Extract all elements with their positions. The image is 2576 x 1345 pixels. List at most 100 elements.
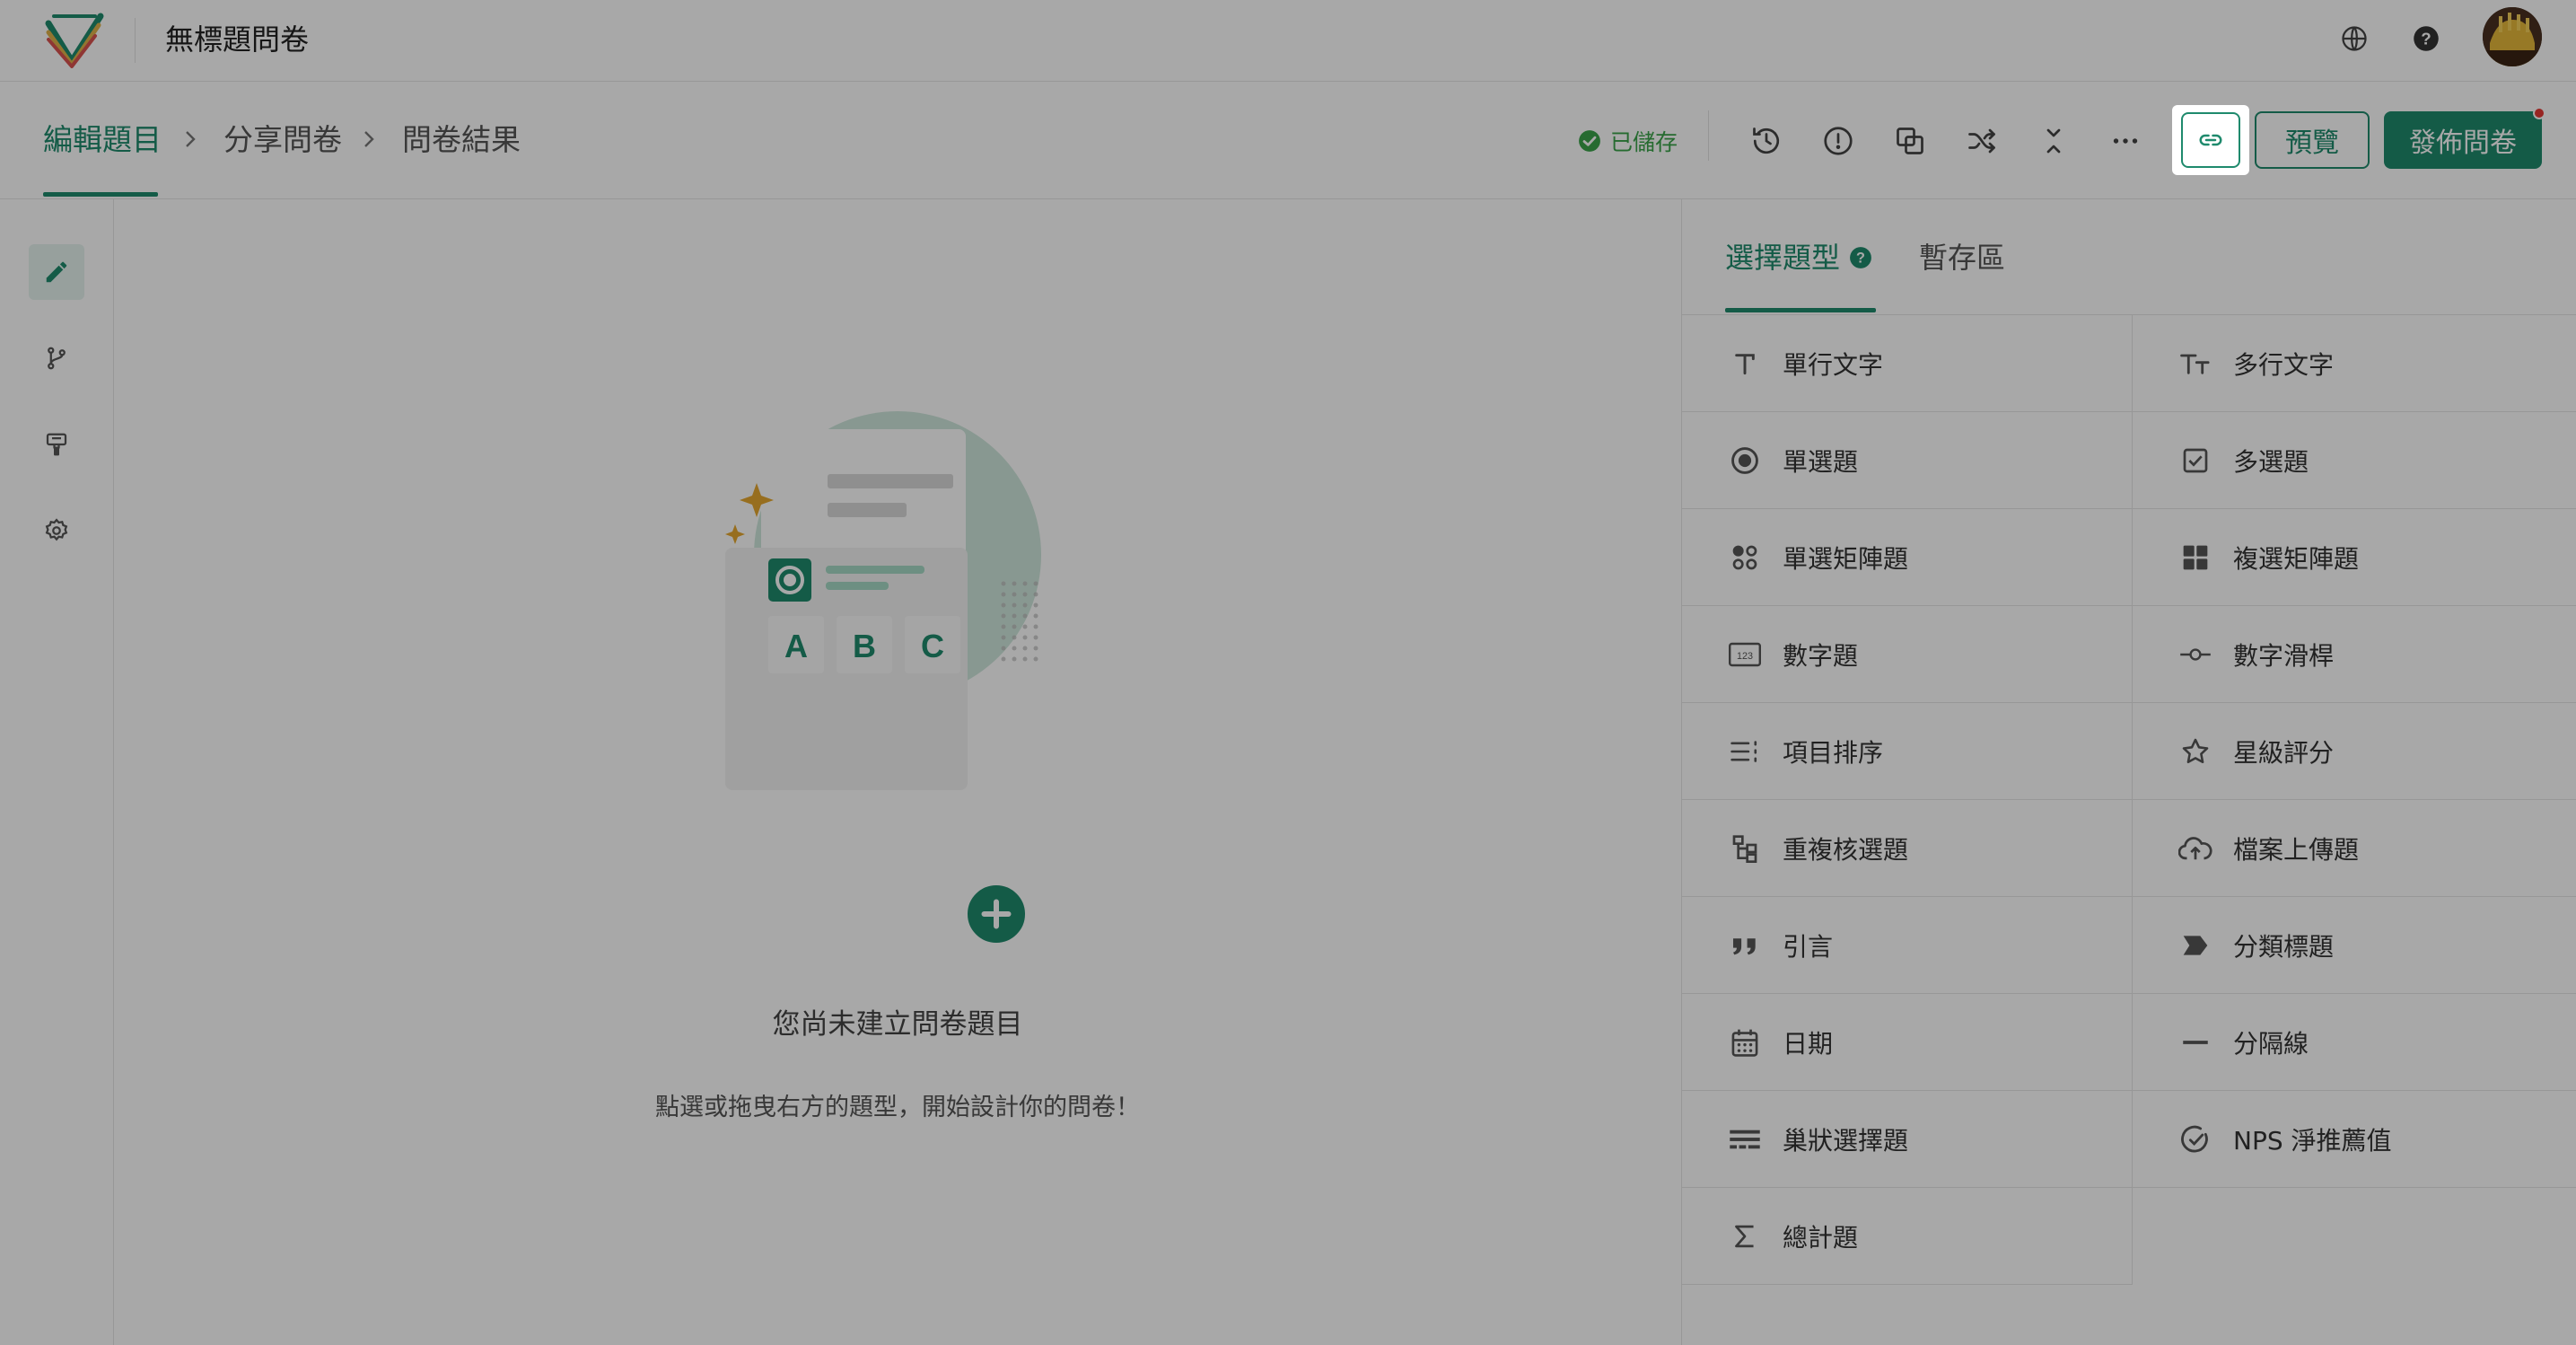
logic-branch-icon[interactable]	[29, 330, 84, 386]
tab-question-types-label: 選擇題型	[1725, 241, 1841, 275]
question-type-panel: 選擇題型 ? 暫存區 單行文字 多行文字單選題 多選題單選矩陣題 複選矩陣題 123 數字…	[1681, 199, 2576, 1345]
question-type-divider-line[interactable]: 分隔線	[2133, 994, 2576, 1091]
add-question-plus-icon[interactable]	[964, 882, 1029, 946]
question-type-label: 檔案上傳題	[2233, 834, 2360, 865]
help-icon[interactable]: ?	[2405, 18, 2447, 59]
hierarchy-icon	[1725, 829, 1765, 868]
question-type-number[interactable]: 123 數字題	[1682, 606, 2133, 703]
question-type-label: 分類標題	[2233, 931, 2335, 962]
active-panel-tab-indicator	[1725, 308, 1876, 312]
history-icon[interactable]	[1743, 118, 1790, 164]
radio-icon	[1725, 441, 1765, 480]
globe-icon[interactable]	[2334, 18, 2375, 59]
left-sidebar	[0, 199, 114, 1345]
question-type-text[interactable]: 單行文字	[1682, 315, 2133, 412]
slider-icon	[2176, 635, 2215, 674]
question-type-sigma[interactable]: 總計題	[1682, 1188, 2133, 1285]
checkbox-icon	[2176, 441, 2215, 480]
illustration-letter: C	[921, 628, 944, 664]
edit-pencil-icon[interactable]	[29, 244, 84, 300]
save-status: 已儲存	[1578, 125, 1678, 157]
question-type-label: 分隔線	[2233, 1028, 2309, 1059]
checkbox-matrix-icon	[2176, 538, 2215, 577]
nested-select-icon	[1725, 1120, 1765, 1159]
survey-title[interactable]: 無標題問卷	[165, 18, 309, 61]
divider-line-icon	[2176, 1023, 2215, 1062]
tab-staging-area[interactable]: 暫存區	[1919, 235, 2005, 280]
question-type-label: 日期	[1783, 1028, 1834, 1059]
question-type-label: 星級評分	[2233, 737, 2335, 768]
question-type-label: 單選題	[1783, 446, 1859, 477]
question-type-label: 項目排序	[1783, 737, 1884, 768]
question-type-nested-select[interactable]: 巢狀選擇題	[1682, 1091, 2133, 1188]
shuffle-icon[interactable]	[1958, 118, 2005, 164]
help-icon: ?	[1850, 247, 1871, 268]
question-type-star[interactable]: 星級評分	[2133, 703, 2576, 800]
radio-matrix-icon	[1725, 538, 1765, 577]
sigma-icon	[1725, 1217, 1765, 1256]
tab-share-survey[interactable]: 分享問卷	[223, 118, 342, 163]
question-type-slider[interactable]: 數字滑桿	[2133, 606, 2576, 703]
question-type-cloud-upload[interactable]: 檔案上傳題	[2133, 800, 2576, 897]
chevron-right-icon	[177, 123, 204, 155]
cloud-upload-icon	[2176, 829, 2215, 868]
settings-gear-icon[interactable]	[29, 503, 84, 558]
calendar-icon	[1725, 1023, 1765, 1062]
star-icon	[2176, 732, 2215, 771]
question-type-label: 數字滑桿	[2233, 640, 2335, 671]
question-type-ranking[interactable]: 項目排序	[1682, 703, 2133, 800]
question-type-multiline-text[interactable]: 多行文字	[2133, 315, 2576, 412]
question-type-radio[interactable]: 單選題	[1682, 412, 2133, 509]
illustration-letter: A	[784, 628, 808, 664]
preview-button[interactable]: 預覽	[2255, 111, 2370, 169]
svg-text:123: 123	[1737, 650, 1753, 661]
top-bar: 無標題問卷 ?	[0, 0, 2576, 82]
ranking-icon	[1725, 732, 1765, 771]
question-type-label: NPS 淨推薦值	[2233, 1125, 2392, 1156]
question-type-radio-matrix[interactable]: 單選矩陣題	[1682, 509, 2133, 606]
highlighted-copy-link-button[interactable]	[2172, 105, 2249, 175]
save-status-label: 已儲存	[1610, 129, 1678, 155]
empty-state-illustration: A B C	[618, 404, 1084, 961]
duplicate-icon[interactable]	[1887, 118, 1933, 164]
tab-question-types[interactable]: 選擇題型 ?	[1725, 235, 1872, 280]
question-type-label: 多行文字	[2233, 349, 2335, 380]
question-type-quote[interactable]: 引言	[1682, 897, 2133, 994]
top-divider	[135, 18, 136, 63]
svg-text:?: ?	[2421, 29, 2431, 48]
notification-dot	[2533, 107, 2545, 119]
nps-gauge-icon	[2176, 1120, 2215, 1159]
question-type-nps-gauge[interactable]: NPS 淨推薦值	[2133, 1091, 2576, 1188]
question-type-label: 數字題	[1783, 640, 1859, 671]
quote-icon	[1725, 926, 1765, 965]
tab-edit-questions[interactable]: 編輯題目	[43, 118, 162, 163]
question-type-checkbox-matrix[interactable]: 複選矩陣題	[2133, 509, 2576, 606]
paint-brush-icon[interactable]	[29, 417, 84, 472]
collapse-all-icon[interactable]	[2030, 118, 2077, 164]
svg-text:?: ?	[1856, 250, 1865, 266]
avatar[interactable]	[2483, 7, 2542, 66]
app-logo-icon[interactable]	[43, 11, 106, 68]
illustration-letter: B	[853, 628, 876, 664]
question-type-label: 巢狀選擇題	[1783, 1125, 1909, 1156]
question-type-checkbox[interactable]: 多選題	[2133, 412, 2576, 509]
empty-state-title: 您尚未建立問卷題目	[772, 1008, 1023, 1041]
question-type-label: 單選矩陣題	[1783, 543, 1909, 574]
empty-state-description: 點選或拖曳右方的題型，開始設計你的問卷！	[655, 1094, 1140, 1121]
question-type-label: 重複核選題	[1783, 834, 1909, 865]
question-type-label: 總計題	[1783, 1222, 1859, 1253]
tab-survey-results[interactable]: 問卷結果	[402, 118, 521, 163]
section-tag-icon	[2176, 926, 2215, 965]
publish-button[interactable]: 發佈問卷	[2384, 111, 2542, 169]
question-type-label: 引言	[1783, 931, 1834, 962]
question-type-calendar[interactable]: 日期	[1682, 994, 2133, 1091]
multiline-text-icon	[2176, 344, 2215, 383]
alert-circle-icon[interactable]	[1815, 118, 1862, 164]
question-type-label: 單行文字	[1783, 349, 1884, 380]
more-options-icon[interactable]	[2102, 118, 2149, 164]
text-icon	[1725, 344, 1765, 383]
number-icon: 123	[1725, 635, 1765, 674]
question-type-section-tag[interactable]: 分類標題	[2133, 897, 2576, 994]
question-type-hierarchy[interactable]: 重複核選題	[1682, 800, 2133, 897]
active-tab-indicator	[43, 192, 158, 197]
